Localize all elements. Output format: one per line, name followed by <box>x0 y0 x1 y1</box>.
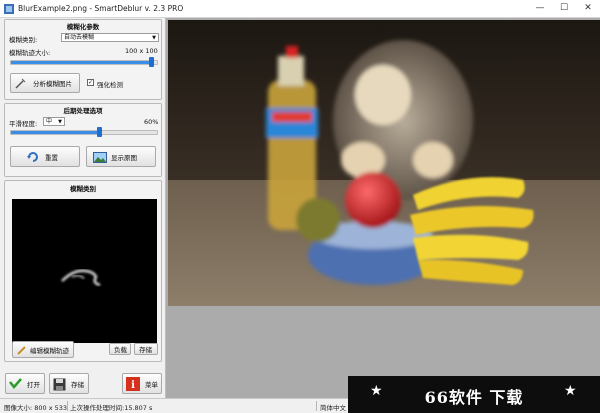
smoothing-slider-thumb[interactable] <box>96 127 102 137</box>
magic-wand-icon <box>15 78 26 89</box>
save-button[interactable]: 存储 <box>49 373 89 394</box>
save-label: 存储 <box>71 380 84 389</box>
smoothing-label: 平滑程度: <box>9 120 38 128</box>
open-button[interactable]: 打开 <box>5 373 45 394</box>
star-icon: ★ <box>564 383 577 399</box>
load-kernel-label: 负载 <box>114 346 127 354</box>
menu-button[interactable]: i 菜单 <box>122 373 162 394</box>
smoothing-percent: 60% <box>144 118 159 126</box>
edit-kernel-label: 编辑模糊轨迹 <box>30 346 69 355</box>
language-selector[interactable]: 简体中文 <box>320 402 346 412</box>
reset-button[interactable]: 重置 <box>10 146 80 167</box>
maximize-button[interactable]: ☐ <box>552 0 576 17</box>
photo-preview <box>168 20 600 306</box>
control-panel: 模糊化参数 模糊类别: 自动去模糊 ▼ 模糊轨迹大小: 100 x 100 分析… <box>0 18 166 398</box>
status-separator <box>67 401 68 411</box>
strengthen-detection-checkbox[interactable]: ✓ <box>87 79 94 86</box>
analyze-blur-label: 分析模糊图片 <box>33 80 72 88</box>
post-processing-title: 后期处理选项 <box>63 107 103 115</box>
last-operation-time: 上次操作处理时间:15.807 s <box>70 404 153 412</box>
close-button[interactable]: ✕ <box>576 0 600 17</box>
kernel-size-slider-fill <box>11 61 152 64</box>
blur-type-select[interactable]: 自动去模糊 ▼ <box>61 33 159 42</box>
kernel-size-slider[interactable] <box>10 57 158 67</box>
menu-label: 菜单 <box>145 380 158 389</box>
load-kernel-button[interactable]: 负载 <box>109 343 131 355</box>
post-processing-group: 后期处理选项 平滑程度: 中 ▼ 60% 重置 显示原图 <box>4 103 162 177</box>
save-kernel-label: 存储 <box>139 346 152 354</box>
floppy-disk-icon <box>53 378 66 391</box>
smoothing-slider-fill <box>11 131 99 134</box>
image-viewer[interactable] <box>166 18 600 398</box>
blur-type-label: 模糊类别: <box>9 36 38 44</box>
blur-kernel-title: 模糊类别 <box>70 185 96 193</box>
chevron-down-icon: ▼ <box>152 35 156 41</box>
refresh-icon <box>27 152 38 162</box>
status-separator <box>316 401 317 411</box>
kernel-size-slider-thumb[interactable] <box>149 57 155 67</box>
watermark-banner: ★ 66软件 下载 ★ <box>348 376 600 413</box>
strengthen-detection-label: 强化检测 <box>97 81 123 89</box>
info-icon: i <box>126 377 140 391</box>
blur-type-value: 自动去模糊 <box>64 34 95 41</box>
chevron-down-icon: ▼ <box>58 119 62 125</box>
checkmark-icon: ✓ <box>88 79 94 86</box>
save-kernel-button[interactable]: 存储 <box>134 343 158 355</box>
window-title: BlurExample2.png - SmartDeblur v. 2.3 PR… <box>18 4 184 13</box>
title-bar: BlurExample2.png - SmartDeblur v. 2.3 PR… <box>0 0 600 18</box>
svg-text:i: i <box>131 380 135 391</box>
smoothing-slider[interactable] <box>10 127 158 137</box>
kernel-trace <box>61 269 101 287</box>
smoothing-select[interactable]: 中 ▼ <box>43 117 65 126</box>
blur-params-group: 模糊化参数 模糊类别: 自动去模糊 ▼ 模糊轨迹大小: 100 x 100 分析… <box>4 19 162 100</box>
blur-kernel-preview[interactable] <box>12 199 157 343</box>
image-icon <box>93 152 107 163</box>
open-folder-icon <box>9 378 22 389</box>
edit-kernel-button[interactable]: 编辑模糊轨迹 <box>12 341 74 358</box>
kernel-size-value: 100 x 100 <box>125 47 158 55</box>
analyze-blur-button[interactable]: 分析模糊图片 <box>10 73 80 93</box>
kernel-size-label: 模糊轨迹大小: <box>9 49 51 57</box>
show-original-button[interactable]: 显示原图 <box>86 146 156 167</box>
open-label: 打开 <box>27 380 40 389</box>
watermark-text: 66软件 下载 <box>424 388 524 407</box>
show-original-label: 显示原图 <box>111 153 137 162</box>
image-size-text: 图像大小: 800 x 533 <box>4 404 68 412</box>
blur-kernel-group: 模糊类别 编辑模糊轨迹 负载 存储 <box>4 180 162 362</box>
reset-label: 重置 <box>45 153 58 162</box>
app-icon <box>4 4 14 14</box>
smoothing-value: 中 <box>46 118 53 125</box>
minimize-button[interactable]: — <box>528 0 552 17</box>
pencil-icon <box>17 346 26 355</box>
blur-params-title: 模糊化参数 <box>66 23 100 31</box>
